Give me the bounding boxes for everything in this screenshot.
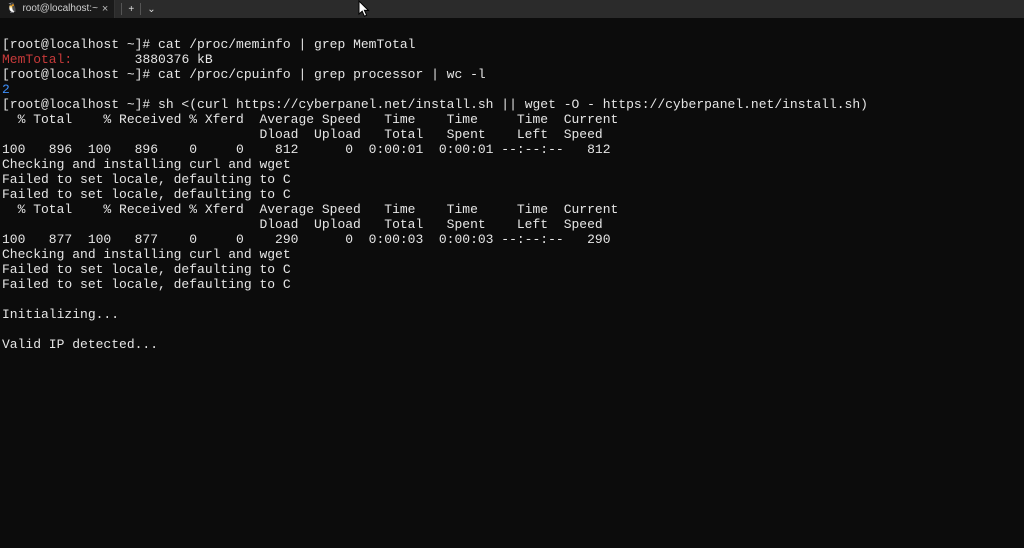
memtotal-value: 3880376 kB xyxy=(135,52,213,67)
initializing-line: Initializing... xyxy=(2,307,119,322)
terminal-output[interactable]: [root@localhost ~]# cat /proc/meminfo | … xyxy=(0,18,1024,356)
curl-header-2: Dload Upload Total Spent Left Speed xyxy=(2,127,603,142)
curl-progress-2: 100 877 100 877 0 0 290 0 0:00:03 0:00:0… xyxy=(2,232,611,247)
memtotal-label: MemTotal: xyxy=(2,52,72,67)
new-tab-button[interactable]: + xyxy=(128,4,134,15)
curl-header-1b: % Total % Received % Xferd Average Speed… xyxy=(2,202,618,217)
curl-progress-1: 100 896 100 896 0 0 812 0 0:00:01 0:00:0… xyxy=(2,142,611,157)
locale-warning: Failed to set locale, defaulting to C xyxy=(2,172,291,187)
tab-bar: 🐧 root@localhost:~ × + ⌄ xyxy=(0,0,1024,18)
cmd-cat-cpuinfo: cat /proc/cpuinfo | grep processor | wc … xyxy=(158,67,486,82)
tab-title: root@localhost:~ xyxy=(22,0,97,18)
install-status: Checking and installing curl and wget xyxy=(2,157,291,172)
cmd-install-cyberpanel: sh <(curl https://cyberpanel.net/install… xyxy=(158,97,868,112)
tab-separator xyxy=(121,3,122,15)
locale-warning: Failed to set locale, defaulting to C xyxy=(2,277,291,292)
cpu-count-output: 2 xyxy=(2,82,10,97)
install-status: Checking and installing curl and wget xyxy=(2,247,291,262)
tab-dropdown-button[interactable]: ⌄ xyxy=(147,4,155,15)
tab-separator xyxy=(140,3,141,15)
tab-root-localhost[interactable]: 🐧 root@localhost:~ × xyxy=(0,0,115,18)
memtotal-spaces xyxy=(72,52,134,67)
curl-header-1: % Total % Received % Xferd Average Speed… xyxy=(2,112,618,127)
locale-warning: Failed to set locale, defaulting to C xyxy=(2,187,291,202)
locale-warning: Failed to set locale, defaulting to C xyxy=(2,262,291,277)
tux-icon: 🐧 xyxy=(6,0,18,18)
valid-ip-line: Valid IP detected... xyxy=(2,337,158,352)
tab-close-button[interactable]: × xyxy=(102,0,108,18)
shell-prompt: [root@localhost ~]# xyxy=(2,67,158,82)
shell-prompt: [root@localhost ~]# xyxy=(2,97,158,112)
cmd-cat-meminfo: cat /proc/meminfo | grep MemTotal xyxy=(158,37,415,52)
curl-header-2b: Dload Upload Total Spent Left Speed xyxy=(2,217,603,232)
tab-controls: + ⌄ xyxy=(115,0,161,18)
shell-prompt: [root@localhost ~]# xyxy=(2,37,158,52)
